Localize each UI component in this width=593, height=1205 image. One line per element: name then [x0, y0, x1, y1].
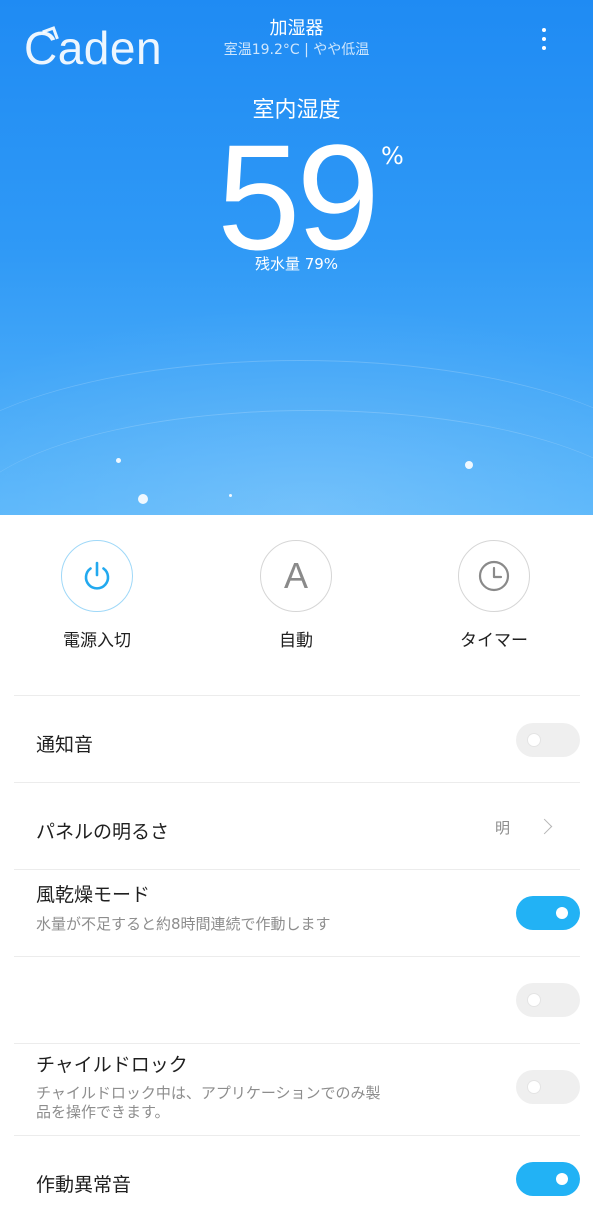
more-dot-icon: [542, 28, 546, 32]
timer-label: タイマー: [460, 631, 528, 651]
auto-label: 自動: [279, 631, 313, 651]
power-label: 電源入切: [63, 631, 131, 651]
setting-title: 風乾燥モード: [36, 884, 151, 906]
more-options-button[interactable]: [530, 24, 558, 54]
toggle-knob: [528, 1081, 540, 1093]
hero-panel: Caden 加湿器 室温19.2°C | やや低温 室内湿度 59 % 残水量 …: [0, 0, 593, 515]
timer-button[interactable]: [458, 540, 530, 612]
setting-child-lock: チャイルドロック チャイルドロック中は、アプリケーションでのみ製 品を操作できま…: [14, 1043, 580, 1135]
more-dot-icon: [542, 46, 546, 50]
setting-title: 通知音: [36, 734, 94, 756]
setting-description: 水量が不足すると約8時間連続で作動します: [36, 915, 331, 933]
mist-particle: [229, 494, 232, 497]
setting-title: 作動異常音: [36, 1174, 132, 1196]
more-dot-icon: [542, 37, 546, 41]
settings-list: 通知音 パネルの明るさ 明 風乾燥モード 水量が不足すると約8時間連続で作動しま…: [14, 695, 580, 1205]
unlabeled-toggle[interactable]: [516, 983, 580, 1017]
control-buttons: 電源入切 A 自動 タイマー: [0, 515, 593, 695]
setting-title: チャイルドロック: [36, 1054, 188, 1076]
auto-control[interactable]: A 自動: [221, 540, 371, 651]
mist-particle: [138, 494, 148, 504]
toggle-knob: [556, 907, 568, 919]
dry-mode-toggle[interactable]: [516, 896, 580, 930]
device-title: 加湿器: [269, 18, 324, 39]
notification-sound-toggle[interactable]: [516, 723, 580, 757]
power-control[interactable]: 電源入切: [22, 540, 172, 651]
setting-panel-brightness[interactable]: パネルの明るさ 明: [14, 782, 580, 869]
chevron-right-icon: [536, 818, 553, 835]
setting-notification-sound: 通知音: [14, 695, 580, 782]
room-temperature-status: 室温19.2°C | やや低温: [223, 42, 370, 58]
setting-title: パネルの明るさ: [36, 821, 170, 843]
water-remaining: 残水量 79%: [254, 255, 339, 273]
power-button[interactable]: [61, 540, 133, 612]
setting-dry-mode: 風乾燥モード 水量が不足すると約8時間連続で作動します: [14, 869, 580, 956]
toggle-knob: [528, 734, 540, 746]
humidity-unit: %: [381, 142, 404, 170]
timer-control[interactable]: タイマー: [419, 540, 569, 651]
setting-error-sound: 作動異常音: [14, 1135, 580, 1205]
setting-description-line: チャイルドロック中は、アプリケーションでのみ製: [36, 1084, 381, 1102]
error-sound-toggle[interactable]: [516, 1162, 580, 1196]
toggle-knob: [556, 1173, 568, 1185]
setting-unlabeled: [14, 956, 580, 1043]
setting-description-line: 品を操作できます。: [36, 1103, 170, 1121]
toggle-knob: [528, 994, 540, 1006]
auto-icon: A: [283, 555, 308, 596]
brightness-value: 明: [494, 819, 510, 837]
power-icon: [84, 561, 110, 590]
auto-button[interactable]: A: [260, 540, 332, 612]
mist-particle: [116, 458, 121, 463]
child-lock-toggle[interactable]: [516, 1070, 580, 1104]
mist-particle: [465, 461, 473, 469]
clock-icon: [478, 560, 510, 592]
